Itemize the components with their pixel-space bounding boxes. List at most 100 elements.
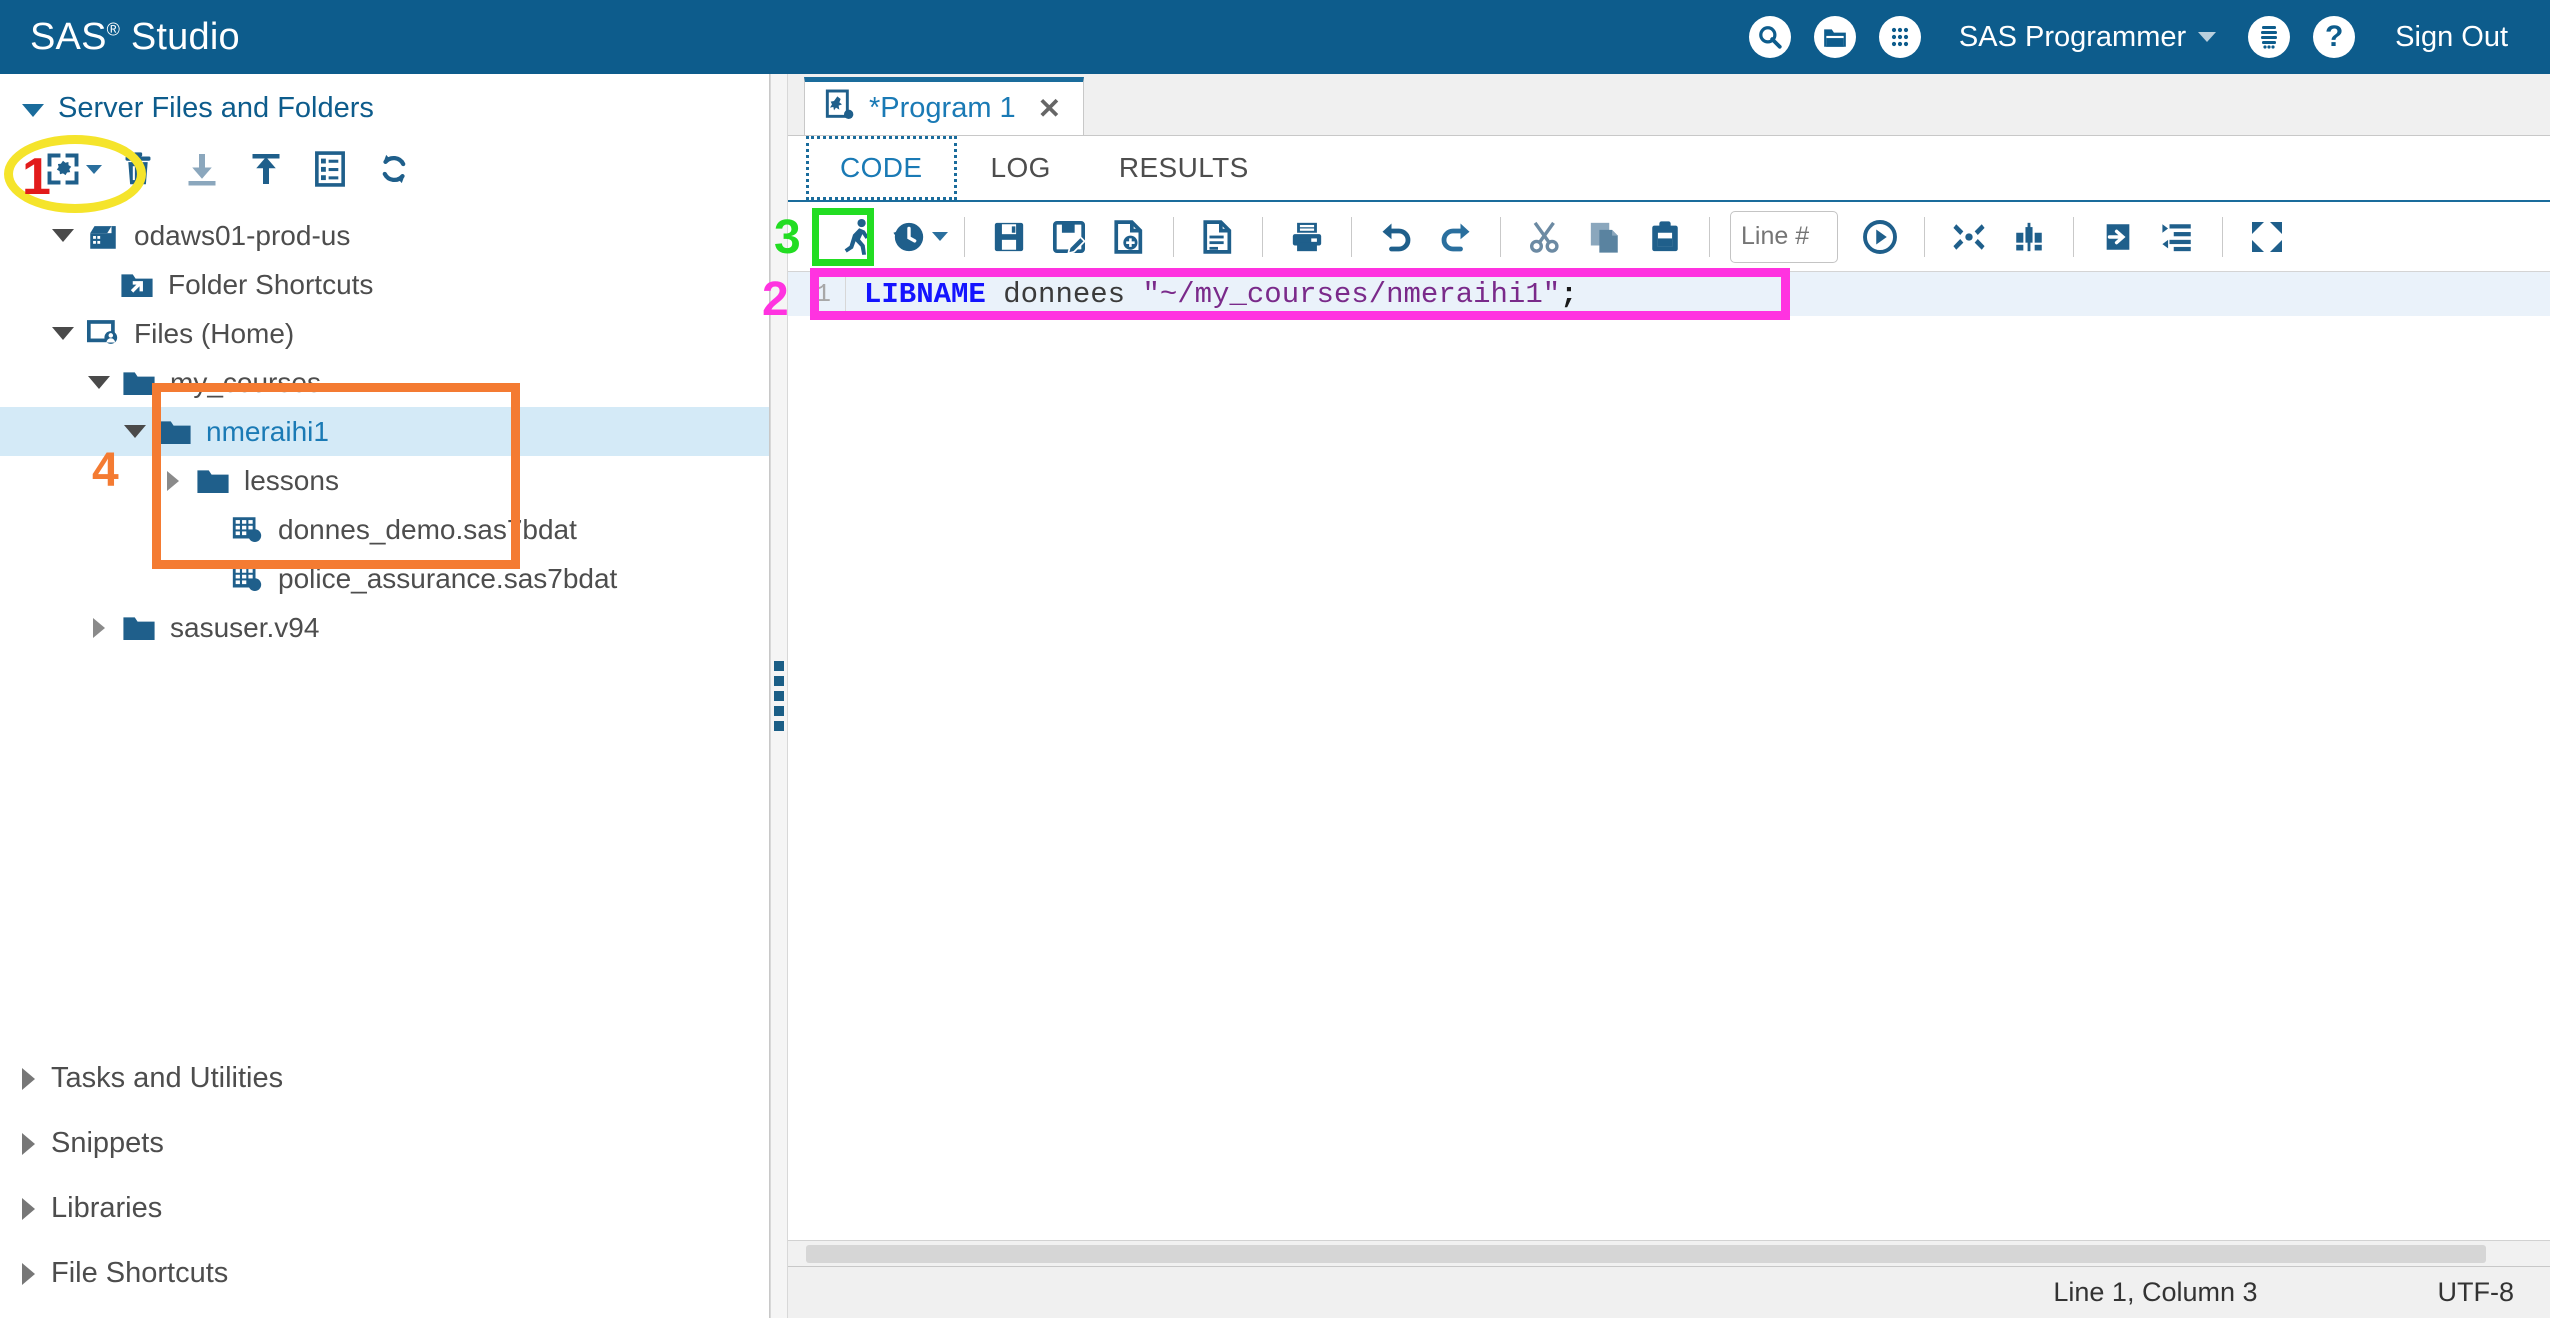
- undo-button[interactable]: [1368, 209, 1424, 265]
- tab-label: *Program 1: [869, 92, 1016, 124]
- scrollbar-thumb[interactable]: [806, 1244, 2486, 1263]
- banner-icon-group: [1748, 16, 1921, 58]
- save-as-button[interactable]: [1041, 209, 1097, 265]
- line-number-gutter: 1: [788, 272, 846, 316]
- tree-item-label: Files (Home): [134, 317, 295, 349]
- code-line[interactable]: 1 LIBNAME donnees "~/my_courses/nmeraihi…: [788, 272, 2550, 316]
- clear-all-button[interactable]: [1941, 209, 1997, 265]
- user-profile-menu[interactable]: SAS Programmer: [1958, 20, 2217, 54]
- chevron-down-icon: [932, 232, 948, 241]
- main-body: Server Files and Folders 1 odaws01-prod-…: [0, 74, 2550, 1318]
- sidebar-item-file-shortcuts[interactable]: File Shortcuts: [0, 1241, 769, 1306]
- tab-code[interactable]: CODE: [806, 136, 957, 200]
- redo-button[interactable]: [1428, 209, 1484, 265]
- sas-program-icon: [825, 89, 855, 129]
- tree-item-odaws01-prod-us[interactable]: odaws01-prod-us: [0, 211, 769, 260]
- tab-program-1[interactable]: *Program 1 ✕: [804, 77, 1085, 135]
- cut-button[interactable]: [1517, 209, 1573, 265]
- maximize-view-button[interactable]: [2239, 209, 2295, 265]
- sidebar-item-label: Libraries: [51, 1192, 163, 1224]
- tab-code-label: CODE: [840, 152, 923, 183]
- sidebar-item-snippets[interactable]: Snippets: [0, 1111, 769, 1176]
- splitter-grip-icon: [774, 661, 784, 731]
- paste-button[interactable]: [1637, 209, 1693, 265]
- tree-item-police-assurance[interactable]: police_assurance.sas7bdat: [0, 554, 769, 603]
- print-button[interactable]: [1279, 209, 1335, 265]
- twisty-down-icon[interactable]: [46, 229, 80, 242]
- code-editor[interactable]: 1 LIBNAME donnees "~/my_courses/nmeraihi…: [762, 268, 2550, 1266]
- copy-button[interactable]: [1577, 209, 1633, 265]
- tree-item-folder-shortcuts[interactable]: Folder Shortcuts: [0, 260, 769, 309]
- toolbar-separator: [1351, 216, 1352, 257]
- sidebar-item-label: Snippets: [51, 1127, 164, 1159]
- open-folder-icon[interactable]: [1813, 16, 1856, 58]
- new-item-button[interactable]: [38, 143, 102, 195]
- options-icon[interactable]: [2248, 16, 2291, 58]
- server-files-section-label: Server Files and Folders: [58, 92, 374, 124]
- user-profile-label: SAS Programmer: [1958, 20, 2187, 53]
- indent-button[interactable]: [2090, 209, 2146, 265]
- tree-item-lessons[interactable]: lessons: [0, 456, 769, 505]
- find-replace-button[interactable]: [2001, 209, 2057, 265]
- code-line-text[interactable]: LIBNAME donnees "~/my_courses/nmeraihi1"…: [846, 278, 1578, 311]
- download-button[interactable]: [174, 143, 230, 195]
- search-icon[interactable]: [1748, 16, 1791, 58]
- program-summary-button[interactable]: [1190, 209, 1246, 265]
- panel-splitter[interactable]: [770, 74, 788, 1318]
- tree-item-nmeraihi1[interactable]: nmeraihi1: [0, 407, 769, 456]
- encoding-status: UTF-8: [2437, 1277, 2515, 1307]
- add-to-my-snippets-button[interactable]: [1101, 209, 1157, 265]
- sidebar-item-libraries[interactable]: Libraries: [0, 1176, 769, 1241]
- code-keyword: LIBNAME: [864, 277, 986, 311]
- upload-button[interactable]: [238, 143, 294, 195]
- apps-grid-icon[interactable]: [1878, 16, 1921, 58]
- sign-out-link[interactable]: Sign Out: [2395, 21, 2508, 54]
- triangle-right-icon: [22, 1262, 35, 1285]
- tree-item-sasuser-v94[interactable]: sasuser.v94: [0, 603, 769, 652]
- twisty-down-icon[interactable]: [46, 327, 80, 340]
- help-icon[interactable]: ?: [2313, 16, 2356, 58]
- registered-mark: ®: [106, 18, 121, 39]
- toolbar-separator: [1173, 216, 1174, 257]
- delete-button[interactable]: [110, 143, 166, 195]
- server-files-section-header[interactable]: Server Files and Folders: [0, 74, 769, 139]
- tree-item-files-home[interactable]: Files (Home): [0, 309, 769, 358]
- twisty-down-icon[interactable]: [82, 376, 116, 389]
- goto-line-button[interactable]: [1852, 209, 1908, 265]
- toolbar-separator: [2222, 216, 2223, 257]
- line-number-input[interactable]: [1730, 210, 1838, 263]
- run-button[interactable]: [832, 209, 888, 265]
- horizontal-scrollbar[interactable]: [788, 1240, 2550, 1266]
- code-area[interactable]: 1 LIBNAME donnees "~/my_courses/nmeraihi…: [762, 268, 2550, 1240]
- close-icon[interactable]: ✕: [1038, 92, 1061, 125]
- twisty-right-icon[interactable]: [82, 617, 116, 638]
- home-files-icon: [80, 319, 126, 349]
- navigation-toolbar: 1: [0, 135, 769, 213]
- tab-log[interactable]: LOG: [957, 136, 1085, 200]
- editor-subtabs: CODE LOG RESULTS: [788, 136, 2550, 202]
- tab-results[interactable]: RESULTS: [1085, 136, 1283, 200]
- twisty-right-icon[interactable]: [156, 470, 190, 491]
- work-area: *Program 1 ✕ CODE LOG RESULTS Line # 3 1…: [762, 74, 2550, 1318]
- tree-item-donnes-demo[interactable]: donnes_demo.sas7bdat: [0, 505, 769, 554]
- chevron-down-icon: [86, 164, 102, 174]
- sidebar-item-tasks-and-utilities[interactable]: Tasks and Utilities: [0, 1046, 769, 1111]
- history-button[interactable]: [892, 209, 948, 265]
- format-code-button[interactable]: [2150, 209, 2206, 265]
- collapsed-sections: Tasks and Utilities Snippets Libraries F…: [0, 1046, 769, 1318]
- folder-icon: [190, 466, 236, 496]
- twisty-down-icon[interactable]: [118, 425, 152, 438]
- navigation-panel: Server Files and Folders 1 odaws01-prod-…: [0, 74, 770, 1318]
- brand-suffix: Studio: [120, 15, 240, 58]
- toolbar-separator: [2073, 216, 2074, 257]
- refresh-button[interactable]: [366, 143, 422, 195]
- triangle-right-icon: [22, 1197, 35, 1220]
- folder-icon: [152, 417, 198, 447]
- tree-item-label: police_assurance.sas7bdat: [278, 562, 618, 594]
- properties-button[interactable]: [302, 143, 358, 195]
- code-path-string: "~/my_courses/nmeraihi1": [1142, 277, 1561, 311]
- tree-item-label: sasuser.v94: [170, 611, 320, 643]
- tree-item-my-courses[interactable]: my_courses: [0, 358, 769, 407]
- save-button[interactable]: [981, 209, 1037, 265]
- folder-icon: [116, 368, 162, 398]
